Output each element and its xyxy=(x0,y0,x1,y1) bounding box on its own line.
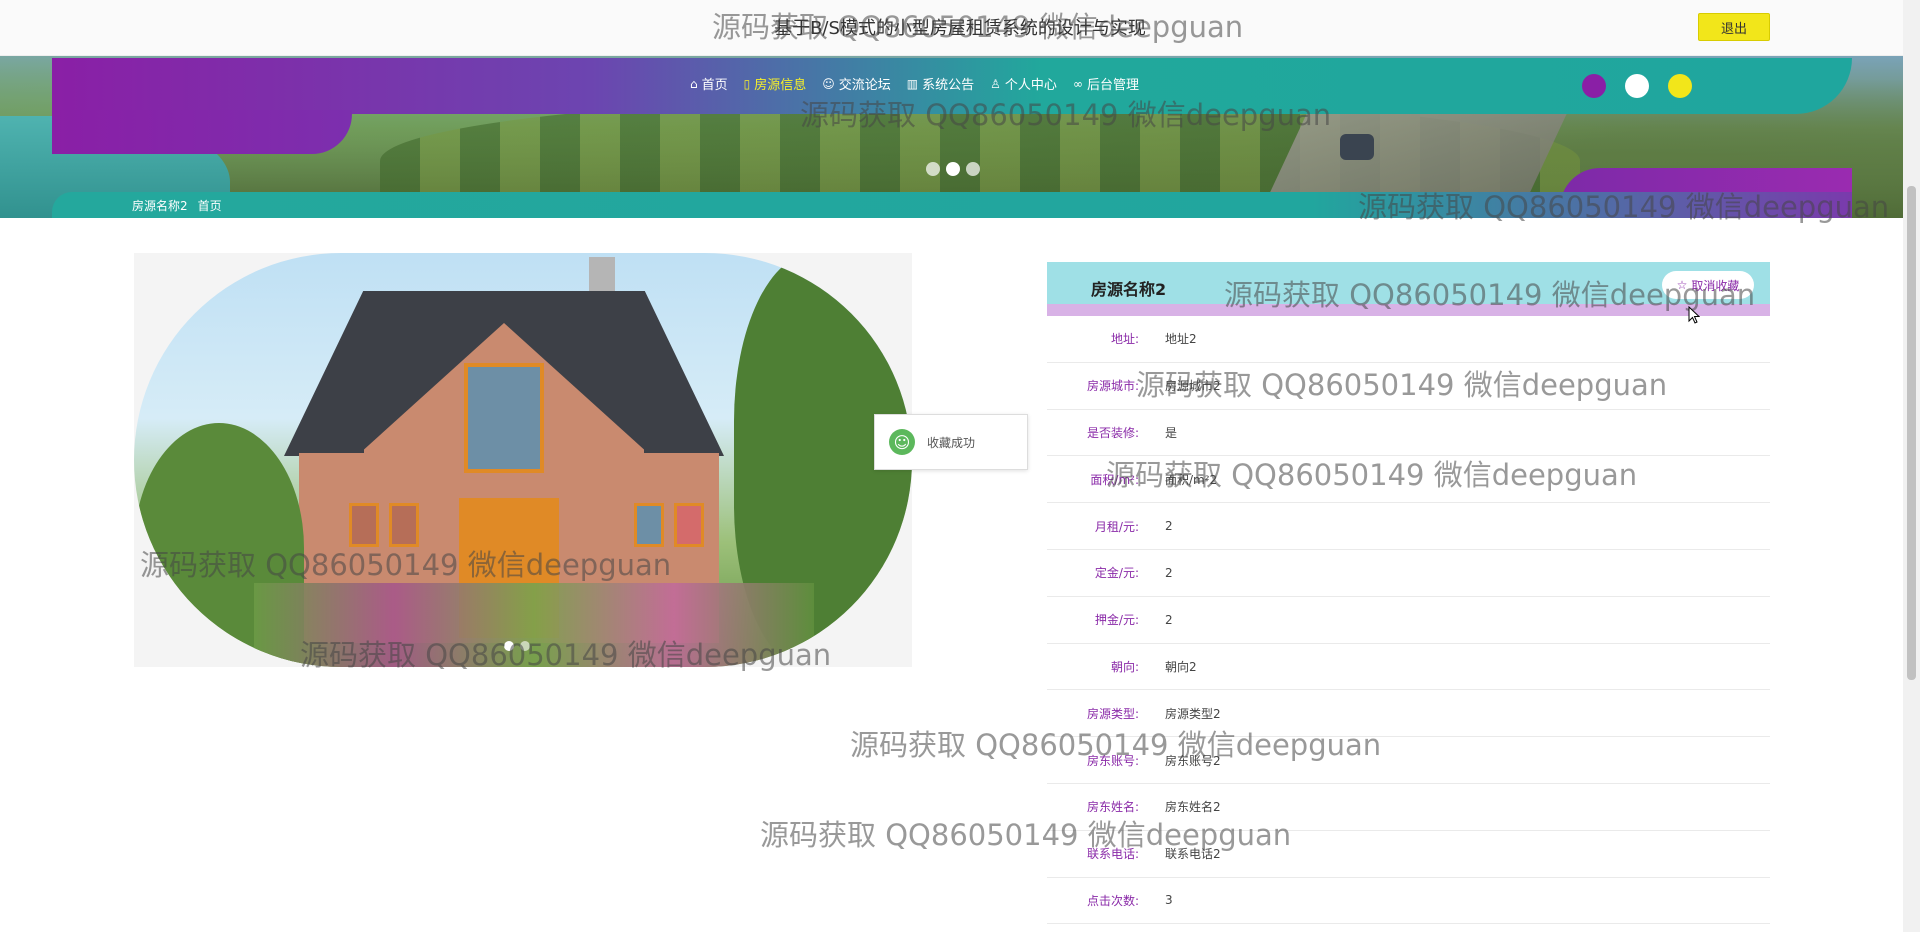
nav-item-announcements[interactable]: ▥ 系统公告 xyxy=(906,74,975,94)
toast-message: ☺ 收藏成功 xyxy=(874,414,1028,470)
banner-dot[interactable] xyxy=(946,162,960,176)
detail-label: 朝向: xyxy=(1110,659,1139,674)
listing-photo xyxy=(134,253,912,667)
nav-item-label: 后台管理 xyxy=(1086,78,1139,93)
detail-row: 朝向: 朝向2 xyxy=(1047,644,1770,691)
detail-row: 房东姓名: 房东姓名2 xyxy=(1047,784,1770,831)
detail-row: 房源类型: 房源类型2 xyxy=(1047,690,1770,738)
scrollbar-thumb[interactable] xyxy=(1907,186,1916,680)
detail-label: 房源类型: xyxy=(1086,706,1139,721)
detail-row: 房源城市: 房源城市2 xyxy=(1047,363,1770,410)
detail-label: 面积/m²: xyxy=(1090,472,1139,487)
detail-value: 3 xyxy=(1165,893,1173,908)
page-scrollbar[interactable] xyxy=(1903,0,1920,932)
nav-item-label: 系统公告 xyxy=(922,78,975,93)
detail-row: 押金/元: 2 xyxy=(1047,597,1770,644)
bookmark-icon: ▯ xyxy=(743,76,751,91)
detail-value: 地址2 xyxy=(1165,332,1197,347)
favorite-button[interactable]: ☆ 取消收藏 xyxy=(1662,271,1754,299)
nav-item-profile[interactable]: ♙ 个人中心 xyxy=(990,74,1057,94)
breadcrumb-item[interactable]: 首页 xyxy=(198,197,222,214)
detail-list: 地址: 地址2 房源城市: 房源城市2 是否装修: 是 面积/m²: 面积/m²2 月租… xyxy=(1047,316,1770,925)
breadcrumb: 房源名称2 首页 xyxy=(132,197,222,214)
main-nav: ⌂ 首页 ▯ 房源信息 ☺ 交流论坛 ▥ 系统公告 ♙ 个人中心 ∞ 后台管理 xyxy=(690,74,1139,94)
banner-dot[interactable] xyxy=(926,162,940,176)
detail-label: 房源城市: xyxy=(1086,379,1139,394)
nav-item-label: 个人中心 xyxy=(1004,78,1057,93)
listing-image-carousel xyxy=(134,253,912,667)
breadcrumb-bar xyxy=(52,192,1852,218)
detail-value: 房东姓名2 xyxy=(1165,800,1221,815)
detail-label: 定金/元: xyxy=(1094,566,1139,581)
nav-item-home[interactable]: ⌂ 首页 xyxy=(690,74,728,94)
nav-item-forum[interactable]: ☺ 交流论坛 xyxy=(822,74,891,94)
listing-title: 房源名称2 xyxy=(1091,280,1167,299)
detail-value: 房东账号2 xyxy=(1165,753,1221,768)
detail-value: 面积/m²2 xyxy=(1165,472,1218,487)
detail-row: 联系电话: 联系电话2 xyxy=(1047,831,1770,878)
nav-item-label: 交流论坛 xyxy=(838,78,891,93)
theme-white-button[interactable] xyxy=(1625,74,1649,98)
site-title: 基于B/S模式的小型房屋租赁系统的设计与实现 xyxy=(774,18,1146,39)
detail-value: 2 xyxy=(1165,565,1173,580)
detail-label: 月租/元: xyxy=(1094,519,1139,534)
detail-header: 房源名称2 ☆ 取消收藏 xyxy=(1047,262,1770,316)
nav-item-admin[interactable]: ∞ 后台管理 xyxy=(1072,74,1139,94)
image-pagination xyxy=(504,641,530,651)
detail-label: 押金/元: xyxy=(1094,613,1139,628)
nav-item-listings[interactable]: ▯ 房源信息 xyxy=(743,74,807,94)
star-icon: ☆ xyxy=(1676,278,1688,292)
detail-label: 地址: xyxy=(1110,332,1139,347)
nav-item-label: 房源信息 xyxy=(754,78,807,93)
book-icon: ▥ xyxy=(906,76,919,91)
detail-value: 联系电话2 xyxy=(1165,847,1221,862)
detail-label: 是否装修: xyxy=(1086,425,1139,440)
detail-value: 2 xyxy=(1165,519,1173,534)
detail-label: 联系电话: xyxy=(1086,847,1139,862)
image-dot[interactable] xyxy=(504,641,514,651)
favorite-label: 取消收藏 xyxy=(1691,278,1740,293)
logout-button[interactable]: 退出 xyxy=(1698,13,1770,41)
theme-yellow-button[interactable] xyxy=(1668,74,1692,98)
detail-row: 房东账号: 房东账号2 xyxy=(1047,737,1770,784)
smile-icon: ☺ xyxy=(889,429,915,455)
banner-pagination xyxy=(926,162,980,176)
breadcrumb-item[interactable]: 房源名称2 xyxy=(132,197,188,214)
nav-ribbon-tab xyxy=(52,110,352,154)
banner-car xyxy=(1340,134,1374,160)
detail-value: 房源城市2 xyxy=(1165,379,1221,394)
mouse-cursor-icon xyxy=(1688,306,1700,324)
detail-row: 面积/m²: 面积/m²2 xyxy=(1047,456,1770,504)
detail-label: 房东账号: xyxy=(1086,753,1139,768)
link-icon: ∞ xyxy=(1072,76,1083,91)
image-dot[interactable] xyxy=(520,641,530,651)
chat-icon: ☺ xyxy=(822,76,835,91)
detail-row: 是否装修: 是 xyxy=(1047,410,1770,457)
detail-value: 是 xyxy=(1165,425,1178,440)
nav-item-label: 首页 xyxy=(701,78,728,93)
theme-purple-button[interactable] xyxy=(1582,74,1606,98)
home-icon: ⌂ xyxy=(690,76,698,91)
toast-text: 收藏成功 xyxy=(927,435,976,450)
top-bar: 基于B/S模式的小型房屋租赁系统的设计与实现 退出 xyxy=(0,0,1920,56)
listing-detail-panel: 房源名称2 ☆ 取消收藏 地址: 地址2 房源城市: 房源城市2 是否装修: 是 面积… xyxy=(1047,262,1770,925)
detail-row: 地址: 地址2 xyxy=(1047,316,1770,363)
detail-label: 点击次数: xyxy=(1086,893,1139,908)
user-icon: ♙ xyxy=(990,76,1001,91)
detail-value: 房源类型2 xyxy=(1165,706,1221,721)
detail-label: 房东姓名: xyxy=(1086,800,1139,815)
detail-value: 2 xyxy=(1165,612,1173,627)
detail-row: 月租/元: 2 xyxy=(1047,503,1770,550)
detail-value: 朝向2 xyxy=(1165,659,1197,674)
banner-dot[interactable] xyxy=(966,162,980,176)
detail-row: 点击次数: 3 xyxy=(1047,878,1770,925)
detail-row: 定金/元: 2 xyxy=(1047,550,1770,597)
